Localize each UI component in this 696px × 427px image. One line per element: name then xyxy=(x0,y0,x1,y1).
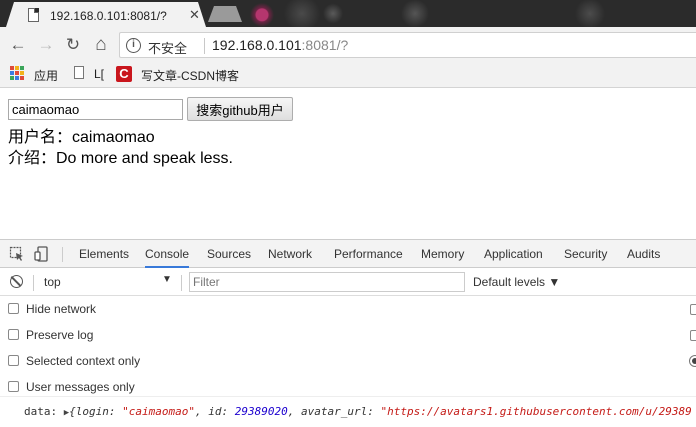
log-comma: , xyxy=(287,405,295,418)
new-tab-button[interactable] xyxy=(208,6,242,22)
tab-elements[interactable]: Elements xyxy=(79,240,129,268)
browser-tab-strip: 192.168.0.101:8081/? ✕ xyxy=(0,0,696,27)
page-icon xyxy=(74,66,84,79)
option-user-messages-only[interactable]: User messages only xyxy=(8,380,135,396)
checkbox[interactable] xyxy=(690,304,696,315)
tab-security[interactable]: Security xyxy=(564,240,607,268)
background-blur xyxy=(282,0,322,27)
info-icon[interactable]: i xyxy=(126,38,141,53)
log-key: avatar_url: xyxy=(301,405,374,418)
option-label: Hide network xyxy=(26,302,97,316)
log-string: "caimaomao" xyxy=(122,405,196,418)
log-number: 29389020 xyxy=(234,405,288,418)
log-key: id: xyxy=(208,405,229,418)
csdn-icon: C xyxy=(116,66,132,82)
bookmark-item[interactable]: L[ xyxy=(94,67,104,83)
checkbox[interactable] xyxy=(8,329,19,340)
chevron-down-icon[interactable]: ▼ xyxy=(162,274,172,285)
back-icon[interactable]: ← xyxy=(8,35,28,55)
option-preserve-log[interactable]: Preserve log xyxy=(8,328,93,344)
reload-icon[interactable]: ↻ xyxy=(63,35,83,55)
address-bar[interactable]: i 不安全 192.168.0.101:8081/? xyxy=(119,32,696,58)
bookmarks-bar: 应用 L[ C 写文章-CSDN博客 xyxy=(0,62,696,88)
tab-audits[interactable]: Audits xyxy=(627,240,660,268)
log-string: "https://avatars1.githubusercontent.com/… xyxy=(380,405,692,418)
bookmark-apps[interactable]: 应用 xyxy=(34,67,58,83)
console-filter-input[interactable] xyxy=(189,272,465,292)
inspect-element-icon[interactable] xyxy=(9,246,25,262)
log-key: login: xyxy=(75,405,116,418)
search-github-user-button[interactable]: 搜索github用户 xyxy=(187,97,293,121)
checkbox[interactable] xyxy=(8,303,19,314)
divider xyxy=(62,247,63,262)
checkbox[interactable] xyxy=(8,381,19,392)
checkbox[interactable] xyxy=(8,355,19,366)
background-blur xyxy=(395,0,435,27)
bookmark-csdn[interactable]: 写文章-CSDN博客 xyxy=(141,67,239,83)
page-icon xyxy=(28,8,39,22)
tab-console[interactable]: Console xyxy=(145,240,190,268)
tab-title: 192.168.0.101:8081/? xyxy=(50,9,167,23)
option-label: Selected context only xyxy=(26,354,141,368)
context-selector[interactable]: top xyxy=(44,275,61,289)
log-comma: , xyxy=(195,405,202,418)
divider xyxy=(33,275,34,291)
browser-toolbar: ← → ↻ ⌂ i 不安全 192.168.0.101:8081/? xyxy=(0,27,696,62)
background-blur xyxy=(248,0,276,27)
tab-memory[interactable]: Memory xyxy=(421,240,464,268)
intro-text: 介绍：Do more and speak less. xyxy=(8,150,233,167)
log-levels-dropdown[interactable]: Default levels ▼ xyxy=(473,275,560,289)
divider xyxy=(204,38,205,54)
radio-button[interactable] xyxy=(689,355,696,367)
url-path: :8081/? xyxy=(301,37,349,53)
apps-grid-icon xyxy=(10,66,24,80)
option-selected-context-only[interactable]: Selected context only xyxy=(8,354,140,370)
background-blur xyxy=(318,0,348,27)
tab-application[interactable]: Application xyxy=(484,240,543,268)
forward-icon[interactable]: → xyxy=(36,35,56,55)
clear-console-icon[interactable] xyxy=(10,275,23,288)
option-hide-network[interactable]: Hide network xyxy=(8,302,96,318)
divider xyxy=(181,275,182,291)
page-content: 搜索github用户 用户名：caimaomao 介绍：Do more and … xyxy=(0,89,696,239)
search-input[interactable] xyxy=(8,99,183,120)
log-brace: { xyxy=(69,405,76,418)
option-label: User messages only xyxy=(26,380,135,394)
tab-sources[interactable]: Sources xyxy=(207,240,251,268)
browser-tab[interactable]: 192.168.0.101:8081/? ✕ xyxy=(6,2,206,27)
security-label[interactable]: 不安全 xyxy=(148,38,187,57)
background-blur xyxy=(570,0,610,27)
home-icon[interactable]: ⌂ xyxy=(91,35,111,55)
log-label: data: xyxy=(24,405,58,418)
url-host: 192.168.0.101 xyxy=(212,37,302,53)
devtools-tab-bar: Elements Console Sources Network Perform… xyxy=(0,240,696,268)
url-text[interactable]: 192.168.0.101:8081/? xyxy=(212,37,348,53)
close-tab-icon[interactable]: ✕ xyxy=(189,7,200,23)
tab-performance[interactable]: Performance xyxy=(334,240,403,268)
console-log-entry[interactable]: data: ▶{login: "caimaomao", id: 29389020… xyxy=(24,405,692,418)
divider xyxy=(0,396,696,397)
checkbox[interactable] xyxy=(690,330,696,341)
devtools-panel: Elements Console Sources Network Perform… xyxy=(0,239,696,427)
device-toolbar-icon[interactable] xyxy=(34,246,50,262)
tab-network[interactable]: Network xyxy=(268,240,312,268)
console-filter-bar: top ▼ Default levels ▼ xyxy=(0,269,696,296)
option-label: Preserve log xyxy=(26,328,94,342)
